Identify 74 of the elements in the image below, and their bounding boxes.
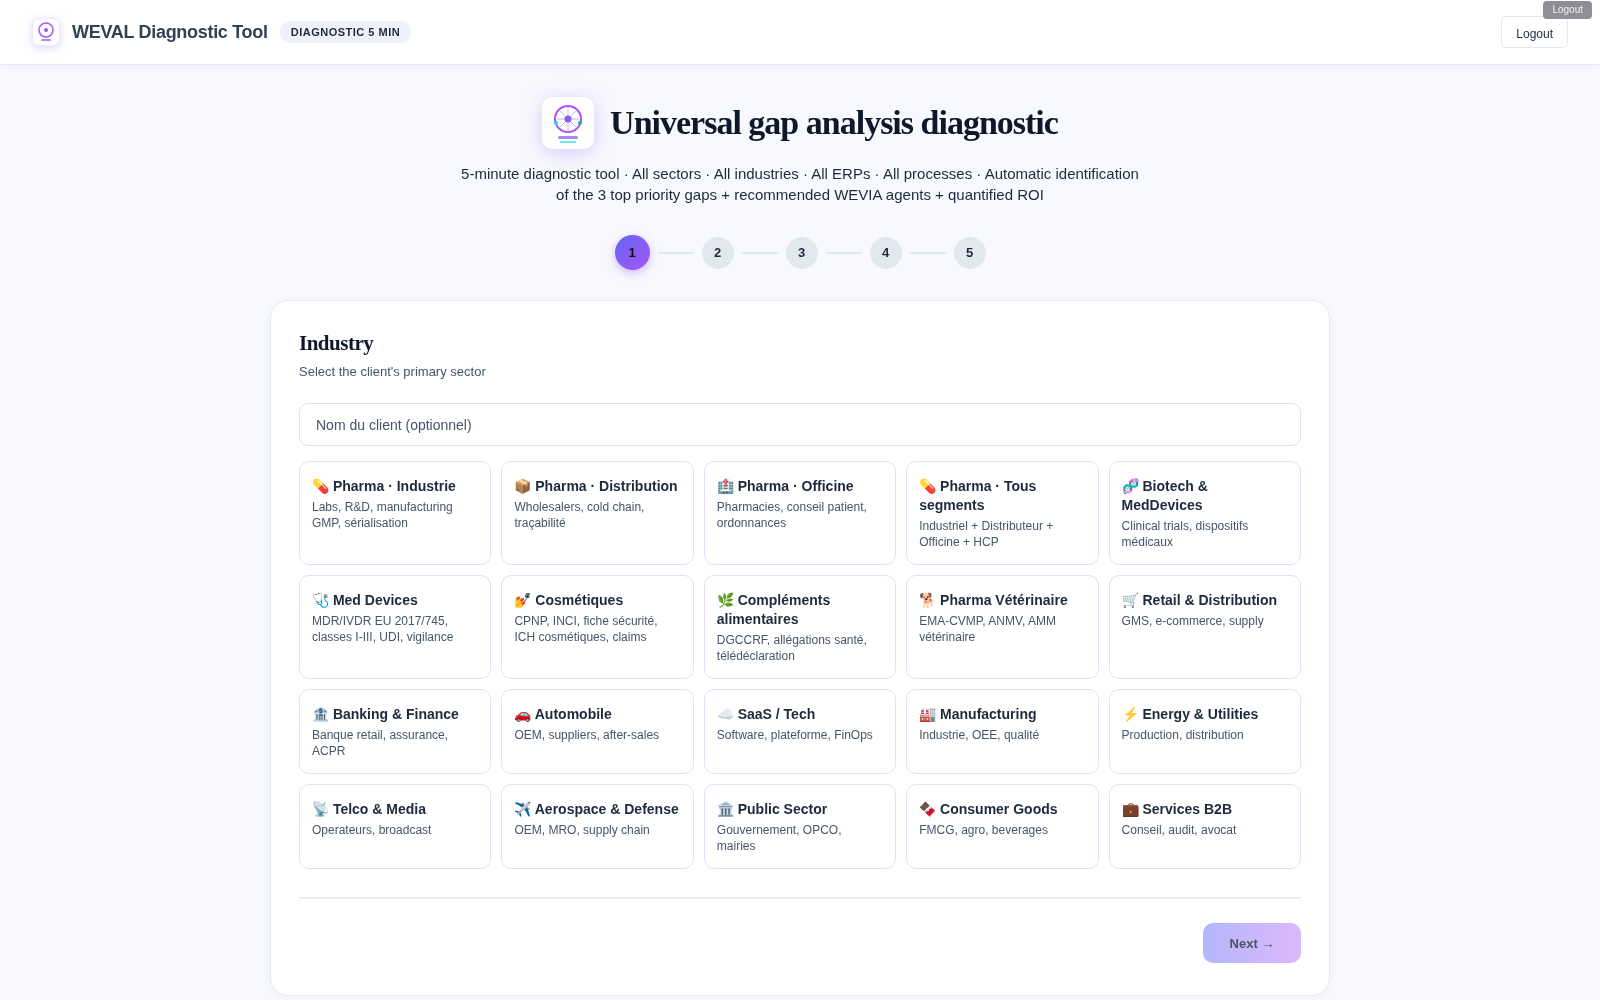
industry-card[interactable]: 🐕 Pharma Vétérinaire EMA-CVMP, ANMV, AMM vétérinaire (906, 575, 1099, 679)
industry-description: Gouvernement, OPCO, mairies (716, 822, 843, 854)
industry-card[interactable]: 🏭 Manufacturing Industrie, OEE, qualité (906, 689, 1099, 774)
step-indicator: 5 (953, 236, 986, 269)
industry-card[interactable]: ☁ SaaS / Tech Software, plateforme, FinOps (703, 689, 897, 774)
section-title: Industry (299, 331, 375, 356)
industry-description: Pharmacies, conseil patient, ordonnances (716, 499, 868, 531)
industry-description: EMA-CVMP, ANMV, AMM vétérinaire (919, 613, 1057, 645)
industry-name: 🩺 Med Devices (312, 591, 419, 610)
industry-description: Operateurs, broadcast (312, 822, 433, 838)
industry-name: 🌿 Compléments alimentaires (716, 591, 832, 629)
industry-card[interactable]: 🛒 Retail & Distribution GMS, e-commerce, supply (1108, 575, 1301, 679)
industry-name: 📦 Pharma · Distribution (514, 477, 679, 496)
industry-card[interactable]: 🚗 Automobile OEM, suppliers, after-sales (501, 689, 694, 774)
industry-description: Banque retail, assurance, ACPR (312, 727, 450, 759)
step-indicator: 1 (614, 235, 650, 270)
industry-description: OEM, suppliers, after-sales (514, 727, 661, 743)
industry-card[interactable]: 🏥 Pharma · Officine Pharmacies, conseil patient, ordonnances (703, 461, 897, 565)
section-subtitle: Select the client's primary sector (299, 364, 487, 379)
mode-badge: DIAGNOSTIC 5 MIN (279, 21, 412, 43)
industry-description: Wholesalers, cold chain, traçabilité (514, 499, 646, 531)
industry-card[interactable]: 🧬 Biotech & MedDevices Clinical trials, dispositifs médicaux (1108, 461, 1301, 565)
industry-description: GMS, e-commerce, supply (1121, 613, 1265, 629)
app-title: WEVAL Diagnostic Tool (72, 21, 268, 43)
industry-name: 🏦 Banking & Finance (312, 705, 460, 724)
industry-name: 🏥 Pharma · Officine (716, 477, 855, 496)
industry-description: Software, plateforme, FinOps (716, 727, 874, 743)
client-name-field[interactable]: Nom du client (optionnel) (299, 403, 1301, 446)
page-subtitle: 5-minute diagnostic tool · All sectors · All industries · All ERPs · All processes · Automatic identification of the 3 top priority gaps + recommended WEVIA agents + quantified ROI (460, 164, 1140, 205)
industry-card[interactable]: ⚡ Energy & Utilities Production, distribution (1108, 689, 1301, 774)
industry-name: 🐕 Pharma Vétérinaire (919, 591, 1069, 610)
step-indicator: 2 (701, 236, 734, 269)
industry-description: FMCG, agro, beverages (919, 822, 1049, 838)
industry-description: DGCCRF, allégations santé, télédéclaration (716, 632, 868, 664)
industry-description: Production, distribution (1121, 727, 1245, 743)
industry-name: 🏭 Manufacturing (919, 705, 1038, 724)
industry-name: 🚗 Automobile (514, 705, 613, 724)
industry-description: Labs, R&D, manufacturing GMP, sérialisation (312, 499, 454, 531)
industry-card[interactable]: 🏦 Banking & Finance Banque retail, assurance, ACPR (299, 689, 492, 774)
step-indicator: 3 (785, 236, 818, 269)
industry-name: 📡 Telco & Media (312, 800, 427, 819)
industry-card[interactable]: ✈ Aerospace & Defense OEM, MRO, supply chain (501, 784, 694, 869)
industry-description: OEM, MRO, supply chain (514, 822, 651, 838)
tooltip: Logout (1543, 1, 1592, 19)
industry-name: 🛒 Retail & Distribution (1121, 591, 1279, 610)
industry-card[interactable]: 🍫 Consumer Goods FMCG, agro, beverages (906, 784, 1099, 869)
industry-card[interactable]: 📡 Telco & Media Operateurs, broadcast (299, 784, 492, 869)
industry-name: 💊 Pharma · Industrie (312, 477, 457, 496)
industry-card[interactable]: 🏛 Public Sector Gouvernement, OPCO, mairies (703, 784, 897, 869)
industry-description: Industriel + Distributeur + Officine + HCP (919, 518, 1055, 550)
industry-name: 💊 Pharma · Tous segments (919, 477, 1038, 515)
industry-description: Clinical trials, dispositifs médicaux (1121, 518, 1250, 550)
industry-name: ☁ SaaS / Tech (716, 705, 817, 724)
logout-button[interactable]: Logout (1501, 16, 1568, 48)
step-indicator: 4 (869, 236, 902, 269)
industry-name: ✈ Aerospace & Defense (514, 800, 680, 819)
industry-card[interactable]: 💼 Services B2B Conseil, audit, avocat (1108, 784, 1301, 869)
industry-description: Conseil, audit, avocat (1121, 822, 1238, 838)
industry-card[interactable]: 💊 Pharma · Tous segments Industriel + Distributeur + Officine + HCP (906, 461, 1099, 565)
industry-description: Industrie, OEE, qualité (919, 727, 1041, 743)
industry-name: 🧬 Biotech & MedDevices (1121, 477, 1209, 515)
industry-description: CPNP, INCI, fiche sécurité, ICH cosmétiques, claims (514, 613, 659, 645)
industry-card[interactable]: 💊 Pharma · Industrie Labs, R&D, manufacturing GMP, sérialisation (299, 461, 492, 565)
industry-card[interactable]: 🌿 Compléments alimentaires DGCCRF, allégations santé, télédéclaration (703, 575, 897, 679)
industry-description: MDR/IVDR EU 2017/745, classes I-III, UDI, vigilance (312, 613, 455, 645)
industry-name: ⚡ Energy & Utilities (1121, 705, 1260, 724)
industry-card[interactable]: 🩺 Med Devices MDR/IVDR EU 2017/745, classes I-III, UDI, vigilance (299, 575, 492, 679)
industry-name: 💅 Cosmétiques (514, 591, 625, 610)
industry-card[interactable]: 💅 Cosmétiques CPNP, INCI, fiche sécurité, ICH cosmétiques, claims (501, 575, 694, 679)
industry-name: 🍫 Consumer Goods (919, 800, 1059, 819)
page-title: Universal gap analysis diagnostic (610, 104, 1058, 142)
industry-name: 💼 Services B2B (1121, 800, 1233, 819)
industry-card[interactable]: 📦 Pharma · Distribution Wholesalers, cold chain, traçabilité (501, 461, 694, 565)
industry-name: 🏛 Public Sector (716, 800, 829, 819)
